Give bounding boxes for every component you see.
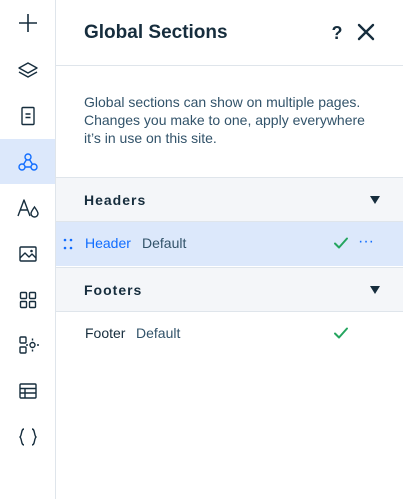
header-row[interactable]: Header Default ··· [56, 222, 403, 266]
pages-icon [20, 106, 35, 125]
group-title: Headers [84, 192, 147, 208]
theme-button[interactable] [0, 185, 55, 230]
section-name: Footer [85, 325, 126, 341]
drag-handle-icon[interactable] [63, 238, 73, 250]
business-tools-icon [18, 335, 39, 354]
tool-rail [0, 0, 56, 499]
layers-button[interactable] [0, 48, 55, 93]
more-actions-button[interactable]: ··· [356, 232, 376, 252]
cms-table-icon [18, 382, 37, 399]
apps-icon [19, 291, 36, 308]
close-icon [357, 23, 375, 41]
headers-group-header[interactable]: Headers [56, 177, 403, 222]
panel-header: Global Sections ? [56, 0, 403, 66]
add-elements-button[interactable] [0, 0, 55, 45]
cms-button[interactable] [0, 368, 55, 413]
code-button[interactable] [0, 414, 55, 459]
check-icon [334, 237, 348, 249]
global-sections-icon [17, 152, 38, 171]
group-title: Footers [84, 282, 143, 298]
section-variant: Default [136, 325, 181, 341]
global-sections-panel: Global Sections ? Global sections can sh… [56, 0, 403, 499]
help-button[interactable]: ? [328, 21, 346, 45]
code-icon [18, 427, 37, 446]
layers-icon [17, 61, 38, 78]
caret-down-icon [370, 196, 380, 204]
theme-text-icon [16, 198, 39, 218]
section-variant: Default [142, 235, 187, 251]
panel-description: Global sections can show on multiple pag… [84, 94, 365, 146]
business-tools-button[interactable] [0, 322, 55, 367]
footer-row[interactable]: Footer Default [56, 312, 403, 356]
apps-button[interactable] [0, 277, 55, 322]
section-name: Header [85, 235, 131, 251]
check-icon [334, 327, 348, 339]
media-icon [18, 245, 37, 262]
pages-button[interactable] [0, 93, 55, 138]
footers-group-header[interactable]: Footers [56, 267, 403, 312]
global-sections-button[interactable] [0, 139, 55, 184]
panel-title: Global Sections [84, 22, 228, 43]
add-icon [18, 13, 37, 32]
media-button[interactable] [0, 231, 55, 276]
caret-down-icon [370, 286, 380, 294]
close-button[interactable] [355, 21, 377, 43]
